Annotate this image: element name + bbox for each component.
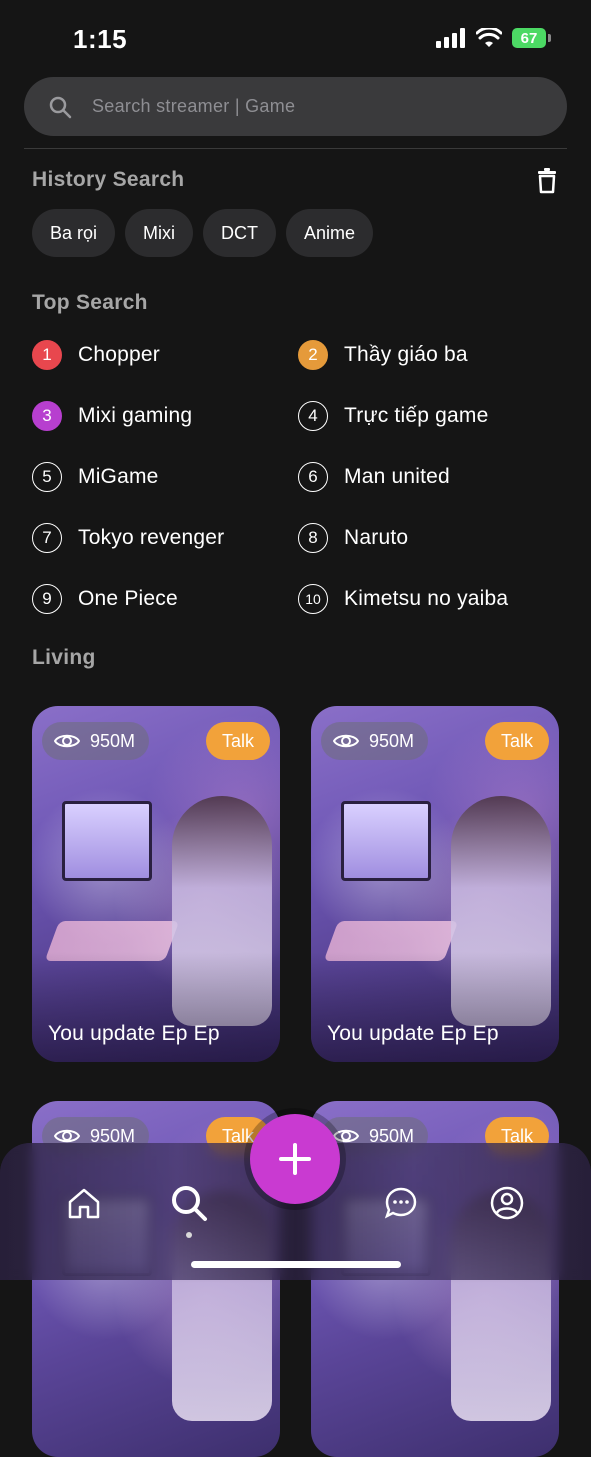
status-bar: 1:15 67 (0, 0, 591, 80)
rank-badge: 7 (32, 523, 62, 553)
rank-badge: 8 (298, 523, 328, 553)
history-chip[interactable]: Anime (286, 209, 374, 257)
top-search-item[interactable]: 8 Naruto (298, 523, 562, 553)
home-icon (68, 1188, 100, 1219)
top-search-label: Chopper (78, 343, 160, 366)
rank-badge: 4 (298, 401, 328, 431)
top-search-item[interactable]: 1 Chopper (32, 340, 298, 370)
add-stream-button[interactable] (250, 1114, 340, 1204)
clear-history-button[interactable] (535, 168, 559, 199)
trash-icon (538, 168, 556, 194)
top-search-label: Kimetsu no yaiba (344, 587, 509, 610)
top-search-title: Top Search (32, 291, 148, 314)
top-search-item[interactable]: 7 Tokyo revenger (32, 523, 298, 553)
status-icons: 67 (436, 28, 551, 48)
top-search-item[interactable]: 9 One Piece (32, 584, 298, 614)
active-tab-indicator (186, 1232, 192, 1238)
signal-icon (436, 28, 465, 48)
top-search-label: MiGame (78, 465, 159, 488)
living-title: Living (32, 646, 96, 669)
live-card[interactable]: 950M Talk You update Ep Ep (32, 706, 280, 1062)
eye-icon (333, 734, 359, 748)
tab-home[interactable] (64, 1183, 104, 1223)
chat-icon (384, 1187, 417, 1219)
top-search-label: Tokyo revenger (78, 526, 225, 549)
rank-badge: 10 (298, 584, 328, 614)
top-search-item[interactable]: 3 Mixi gaming (32, 401, 298, 431)
top-search-item[interactable]: 4 Trực tiếp game (298, 401, 562, 431)
top-search-label: Trực tiếp game (344, 404, 489, 427)
history-chip[interactable]: DCT (203, 209, 277, 257)
search-input[interactable] (90, 95, 510, 118)
wifi-icon (476, 28, 502, 47)
tab-chat[interactable] (381, 1183, 421, 1223)
eye-icon (54, 734, 80, 748)
category-tag: Talk (205, 722, 270, 760)
history-title: History Search (32, 168, 185, 191)
search-icon (49, 96, 72, 118)
add-icon (279, 1143, 311, 1175)
top-search-label: Naruto (344, 526, 409, 549)
rank-badge: 1 (32, 340, 62, 370)
stream-thumbnail (341, 801, 431, 881)
status-time: 1:15 (73, 24, 128, 54)
profile-icon (490, 1186, 524, 1220)
live-card[interactable]: 950M Talk You update Ep Ep (311, 706, 559, 1062)
top-search-label: Mixi gaming (78, 404, 193, 427)
view-count: 950M (321, 722, 429, 760)
top-search-item[interactable]: 2 Thầy giáo ba (298, 340, 562, 370)
view-count-text: 950M (90, 730, 136, 751)
search-bar[interactable] (24, 77, 567, 136)
home-indicator[interactable] (191, 1261, 401, 1268)
top-search-label: Thầy giáo ba (344, 343, 468, 366)
rank-badge: 3 (32, 401, 62, 431)
category-tag: Talk (484, 722, 549, 760)
tab-search[interactable] (169, 1183, 209, 1223)
search-icon (172, 1186, 207, 1221)
history-chips: Ba rọi Mixi DCT Anime (32, 209, 374, 257)
top-search-item[interactable]: 10 Kimetsu no yaiba (298, 584, 562, 614)
live-card-title: You update Ep Ep (48, 1022, 220, 1045)
rank-badge: 5 (32, 462, 62, 492)
history-chip[interactable]: Ba rọi (32, 209, 116, 257)
rank-badge: 2 (298, 340, 328, 370)
live-card-title: You update Ep Ep (327, 1022, 499, 1045)
top-search-item[interactable]: 5 MiGame (32, 462, 298, 492)
battery-icon: 67 (512, 28, 551, 48)
top-search-label: Man united (344, 465, 450, 488)
divider (24, 148, 567, 149)
rank-badge: 6 (298, 462, 328, 492)
battery-level: 67 (520, 29, 538, 47)
top-search-item[interactable]: 6 Man united (298, 462, 562, 492)
tab-profile[interactable] (487, 1183, 527, 1223)
top-search-list: 1 Chopper 2 Thầy giáo ba 3 Mixi gaming 4… (32, 340, 562, 614)
history-chip[interactable]: Mixi (125, 209, 194, 257)
view-count: 950M (42, 722, 150, 760)
rank-badge: 9 (32, 584, 62, 614)
top-search-label: One Piece (78, 587, 178, 610)
view-count-text: 950M (369, 730, 415, 751)
stream-thumbnail (62, 801, 152, 881)
